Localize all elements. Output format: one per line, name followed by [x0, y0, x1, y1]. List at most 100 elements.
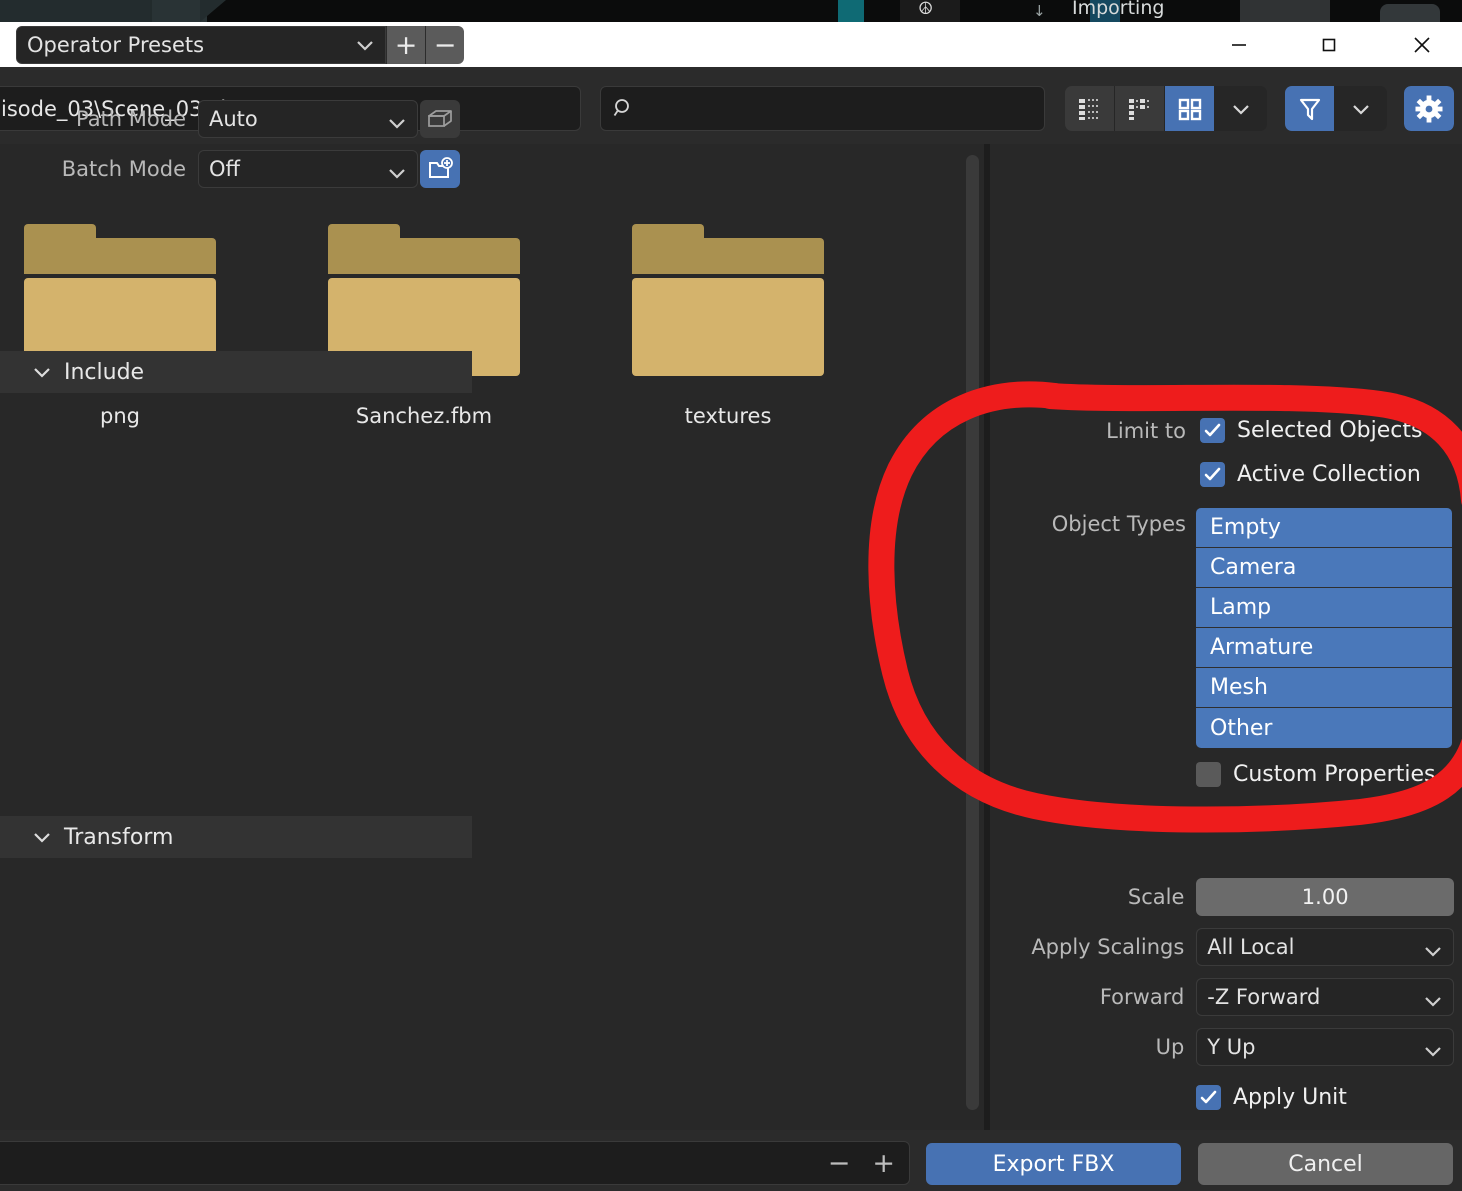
forward-value: -Z Forward — [1207, 985, 1321, 1009]
vertical-scrollbar[interactable] — [966, 155, 979, 1110]
forward-dropdown[interactable]: -Z Forward — [1196, 978, 1454, 1016]
limit-to-row-2: Active Collection — [1200, 462, 1421, 487]
view-mode-thumbnails[interactable] — [1165, 86, 1215, 131]
hand-icon: ☮ — [918, 0, 934, 19]
download-icon: ↓ — [1033, 2, 1046, 20]
checkbox-checked-icon — [1196, 1085, 1221, 1110]
apply-unit-label: Apply Unit — [1233, 1085, 1347, 1110]
chevron-down-icon — [387, 161, 407, 185]
up-row: Up Y Up — [1006, 1028, 1454, 1066]
chevron-down-icon — [1423, 1039, 1443, 1063]
view-mode-vertical-list[interactable] — [1065, 86, 1115, 131]
operator-presets-value: Operator Presets — [27, 33, 205, 57]
chevron-down-icon — [355, 37, 375, 56]
view-mode-group — [1065, 86, 1267, 131]
apply-scalings-row: Apply Scalings All Local — [1006, 928, 1454, 966]
batch-mode-label: Batch Mode — [61, 157, 186, 181]
include-section-title: Include — [64, 359, 145, 385]
checkbox-active-collection-label: Active Collection — [1237, 462, 1421, 487]
batch-mode-row: Batch Mode Off — [16, 150, 464, 188]
up-label: Up — [1155, 1035, 1185, 1059]
object-type-item[interactable]: Camera — [1196, 548, 1452, 588]
minimize-icon[interactable] — [1216, 22, 1262, 67]
filter-funnel-icon[interactable] — [1285, 86, 1335, 131]
bg-segment-b — [152, 0, 207, 22]
maximize-icon[interactable] — [1306, 22, 1352, 67]
chevron-down-icon — [1423, 989, 1443, 1013]
batch-mode-value: Off — [209, 157, 240, 181]
limit-to-label: Limit to — [1106, 418, 1186, 443]
search-icon — [613, 98, 635, 120]
cube-icon[interactable] — [420, 100, 460, 138]
settings-group — [1404, 86, 1454, 131]
object-type-item[interactable]: Mesh — [1196, 668, 1452, 708]
transform-section-header[interactable]: Transform — [0, 816, 472, 858]
chevron-down-icon — [32, 825, 52, 850]
apply-scalings-dropdown[interactable]: All Local — [1196, 928, 1454, 966]
object-types-list[interactable]: Empty Camera Lamp Armature Mesh Other — [1196, 508, 1452, 748]
file-browser-area[interactable]: png Sanchez.fbm textures — [0, 144, 984, 1130]
object-type-item[interactable]: Armature — [1196, 628, 1452, 668]
limit-to-row-1: Limit to Selected Objects — [1006, 418, 1446, 443]
object-type-item[interactable]: Other — [1196, 708, 1452, 748]
view-options-chevron-down-icon[interactable] — [1215, 86, 1267, 131]
checkbox-selected-objects[interactable]: Selected Objects — [1200, 418, 1422, 443]
remove-preset-button[interactable]: − — [425, 26, 464, 64]
list-item[interactable]: Sanchez.fbm — [314, 224, 534, 428]
forward-row: Forward -Z Forward — [1006, 978, 1454, 1016]
bg-rounded-widget — [1380, 4, 1440, 22]
close-icon[interactable] — [1399, 22, 1445, 67]
apply-scalings-label: Apply Scalings — [1031, 935, 1185, 959]
checkbox-unchecked-icon — [1196, 762, 1221, 787]
search-input[interactable] — [600, 86, 1045, 131]
scale-row: Scale 1.00 — [1006, 878, 1454, 916]
add-preset-button[interactable]: + — [386, 26, 425, 64]
transform-section-title: Transform — [64, 824, 174, 850]
filter-group — [1285, 86, 1387, 131]
operator-presets-row: Operator Presets + − — [16, 26, 464, 64]
view-mode-horizontal-list[interactable] — [1115, 86, 1165, 131]
operator-presets-dropdown[interactable]: Operator Presets — [16, 26, 386, 64]
checkbox-active-collection[interactable]: Active Collection — [1200, 462, 1421, 487]
object-types-label: Object Types — [1051, 512, 1186, 536]
list-item-label: png — [100, 404, 140, 428]
custom-properties-row[interactable]: Custom Properties — [1196, 762, 1435, 787]
path-mode-dropdown[interactable]: Auto — [198, 100, 418, 138]
batch-mode-dropdown[interactable]: Off — [198, 150, 418, 188]
new-folder-icon[interactable] — [420, 150, 460, 188]
list-item-label: Sanchez.fbm — [355, 404, 493, 428]
list-item[interactable]: textures — [618, 224, 838, 428]
chevron-down-icon — [1423, 939, 1443, 963]
filename-input[interactable]: − + — [0, 1141, 910, 1185]
checkbox-checked-icon — [1200, 462, 1225, 487]
list-item[interactable]: png — [10, 224, 230, 428]
chevron-down-icon — [32, 360, 52, 385]
include-section-header[interactable]: Include — [0, 351, 472, 393]
folder-icon — [630, 224, 826, 376]
export-fbx-button[interactable]: Export FBX — [926, 1143, 1181, 1185]
chevron-down-icon — [387, 111, 407, 135]
forward-label: Forward — [1099, 985, 1185, 1009]
apply-unit-row[interactable]: Apply Unit — [1196, 1085, 1347, 1110]
object-types-label-wrap: Object Types — [1006, 512, 1186, 536]
path-mode-value: Auto — [209, 107, 258, 131]
scale-input[interactable]: 1.00 — [1196, 878, 1454, 916]
up-value: Y Up — [1207, 1035, 1256, 1059]
fbx-export-window: ☮ ↓ Importing isode_03\Scene_03\shot_030… — [0, 0, 1462, 1191]
scale-label: Scale — [1127, 885, 1185, 909]
increment-button[interactable]: + — [872, 1150, 895, 1177]
background-status-text: Importing — [1072, 0, 1165, 19]
bg-black-2 — [1240, 0, 1330, 22]
path-mode-row: Path Mode Auto — [16, 100, 464, 138]
up-dropdown[interactable]: Y Up — [1196, 1028, 1454, 1066]
decrement-button[interactable]: − — [828, 1150, 851, 1177]
filter-options-chevron-down-icon[interactable] — [1335, 86, 1387, 131]
bg-teal-1 — [838, 0, 864, 22]
gear-icon[interactable] — [1404, 86, 1454, 131]
cancel-button[interactable]: Cancel — [1198, 1143, 1453, 1185]
object-type-item[interactable]: Lamp — [1196, 588, 1452, 628]
object-type-item[interactable]: Empty — [1196, 508, 1452, 548]
apply-scalings-value: All Local — [1207, 935, 1295, 959]
path-mode-label: Path Mode — [75, 107, 186, 131]
checkbox-checked-icon — [1200, 418, 1225, 443]
